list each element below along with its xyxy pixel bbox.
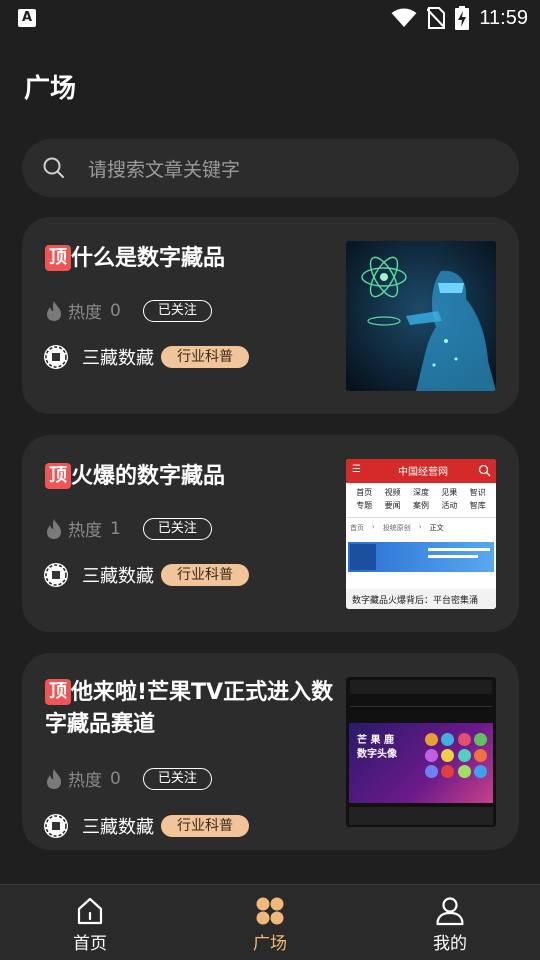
- fire-icon: [47, 300, 61, 321]
- heat-value: 1: [110, 518, 121, 539]
- article-thumbnail[interactable]: ☰ 中国经营网 首页 视频 深度 见果 智识 专题 要闻 案例 活动 智库 首页…: [346, 459, 496, 609]
- nav-item-home[interactable]: 首页: [0, 885, 180, 960]
- search-bar[interactable]: 请搜索文章关键字: [22, 139, 519, 197]
- search-icon: [43, 157, 64, 178]
- heat-value: 0: [110, 768, 121, 789]
- follow-button[interactable]: 已关注: [142, 517, 212, 540]
- category-tag[interactable]: 行业科普: [161, 815, 249, 837]
- avatar[interactable]: [44, 563, 68, 587]
- thumb-breadcrumb: 首页 › 投统原创 › 正文: [350, 523, 444, 532]
- top-badge: 顶: [45, 679, 71, 705]
- nav-label-square: 广场: [253, 934, 287, 954]
- thumb-nav: 首页 视频 深度 见果 智识 专题 要闻 案例 活动 智库: [356, 488, 486, 510]
- article-thumbnail[interactable]: 芒 果 鹿 数字头像: [346, 677, 496, 827]
- thumb-caption: 数字藏品火爆背后：平台密集涌: [346, 589, 496, 609]
- status-time: 11:59: [479, 6, 528, 29]
- heat-label: 热度: [68, 521, 102, 541]
- menu-icon: ☰: [352, 464, 361, 475]
- search-input[interactable]: 请搜索文章关键字: [88, 155, 240, 182]
- top-badge: 顶: [45, 463, 71, 489]
- nav-item-square[interactable]: 广场: [180, 885, 360, 960]
- status-bar: A 11:59: [0, 0, 540, 36]
- bottom-nav: 首页 广场 我的: [0, 884, 540, 960]
- author-name[interactable]: 三藏数藏: [82, 562, 154, 588]
- article-card[interactable]: 顶火爆的数字藏品 热度 1 已关注 三藏数藏 行业科普 ☰ 中国经营网 首页 视…: [22, 435, 519, 632]
- follow-button[interactable]: 已关注: [142, 767, 212, 790]
- article-card[interactable]: 顶什么是数字藏品 热度 0 已关注 三藏数藏 行业科普: [22, 217, 519, 414]
- grid-icon: [256, 897, 284, 925]
- heat-label: 热度: [68, 303, 102, 323]
- article-title[interactable]: 顶他来啦!芒果TV正式进入数字藏品赛道: [45, 677, 335, 741]
- thumb-search: [350, 680, 492, 694]
- nav-label-home: 首页: [73, 934, 107, 954]
- screen: A 11:59 广场 请搜索文章关键字 顶 什么是数字藏品 热度 0 已关注 三…: [0, 0, 540, 960]
- author-name[interactable]: 三藏数藏: [82, 813, 154, 839]
- meta-row: 热度 0 已关注: [44, 766, 212, 791]
- author-row: 三藏数藏 行业科普: [44, 813, 249, 839]
- heat-value: 0: [110, 300, 121, 321]
- article-title[interactable]: 顶火爆的数字藏品: [45, 461, 335, 493]
- no-sim-icon: [427, 7, 446, 29]
- search-icon: [478, 464, 491, 477]
- author-row: 三藏数藏 行业科普: [44, 562, 249, 588]
- article-thumbnail[interactable]: [346, 241, 496, 391]
- thumb-site-title: 中国经营网: [398, 467, 448, 478]
- article-card[interactable]: 顶他来啦!芒果TV正式进入数字藏品赛道 热度 0 已关注 三藏数藏 行业科普 芒…: [22, 653, 519, 850]
- page-title: 广场: [24, 74, 77, 104]
- thumb-banner: 芒 果 鹿 数字头像: [349, 723, 493, 803]
- wifi-icon: [391, 8, 417, 27]
- follow-button[interactable]: 已关注: [142, 299, 212, 322]
- author-name[interactable]: 三藏数藏: [82, 344, 154, 370]
- meta-row: 热度 1 已关注: [44, 516, 212, 541]
- meta-row: 热度 0 已关注: [44, 298, 212, 323]
- nav-item-mine[interactable]: 我的: [360, 885, 540, 960]
- user-icon: [436, 897, 464, 926]
- avatar[interactable]: [44, 814, 68, 838]
- fire-icon: [47, 518, 61, 539]
- battery-charging-icon: [455, 6, 470, 30]
- category-tag[interactable]: 行业科普: [161, 564, 249, 586]
- fire-icon: [47, 768, 61, 789]
- avatar[interactable]: [44, 345, 68, 369]
- top-badge: 顶: [45, 245, 71, 271]
- category-tag[interactable]: 行业科普: [161, 346, 249, 368]
- app-notification-icon: A: [18, 9, 36, 27]
- article-title[interactable]: 顶什么是数字藏品: [45, 243, 335, 275]
- heat-label: 热度: [68, 771, 102, 791]
- nav-label-mine: 我的: [433, 934, 467, 954]
- author-row: 三藏数藏 行业科普: [44, 344, 249, 370]
- home-icon: [77, 897, 103, 925]
- thumb-banner: [348, 542, 494, 572]
